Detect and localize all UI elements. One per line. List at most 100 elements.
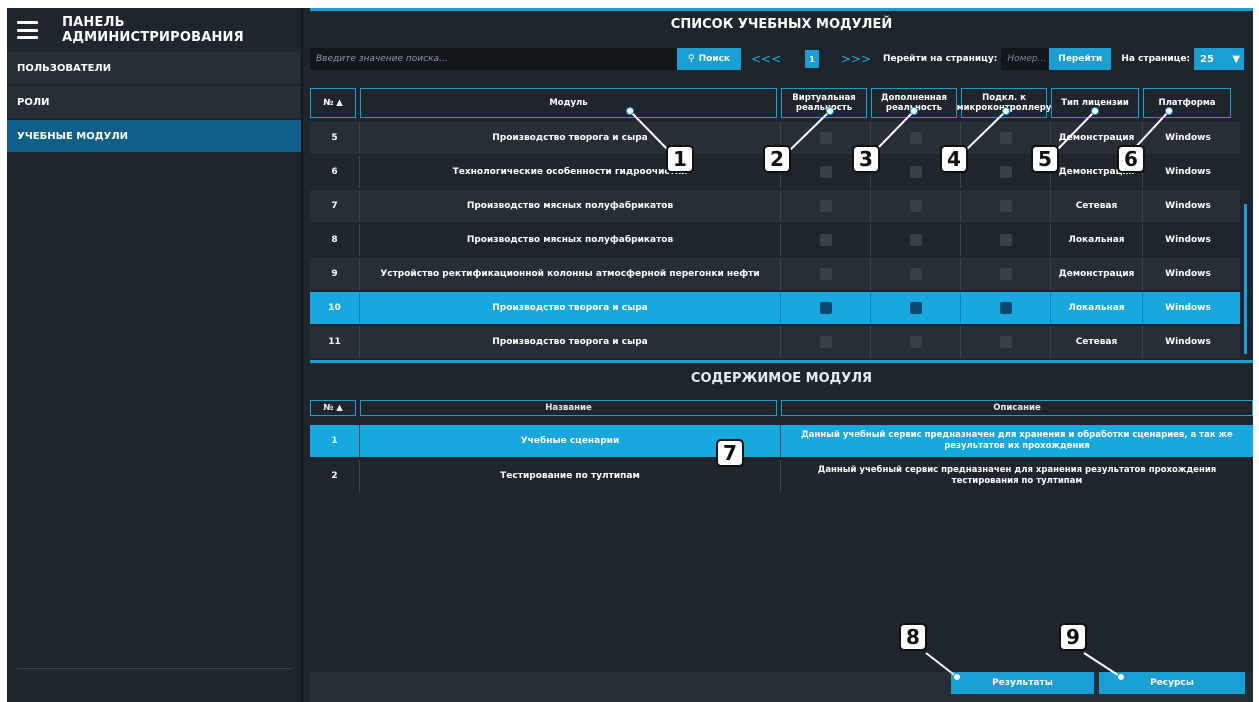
menu-icon[interactable] (17, 21, 39, 39)
content-col-number[interactable]: № ▲ (310, 400, 356, 416)
callout-anchor (953, 673, 961, 681)
microcontroller-checkbox[interactable] (999, 166, 1012, 178)
col-vr[interactable]: Виртуальная реальность (781, 88, 867, 118)
modules-title: СПИСОК УЧЕБНЫХ МОДУЛЕЙ (310, 8, 1253, 38)
ar-checkbox[interactable] (909, 234, 922, 246)
vr-checkbox[interactable] (819, 166, 832, 178)
row-license: Локальная (1051, 292, 1143, 324)
callout-9: 9 (1059, 623, 1087, 651)
content-table-header: № ▲ Название Описание (310, 400, 1253, 416)
modules-scrollbar[interactable] (1244, 204, 1247, 354)
sidebar-item-users[interactable]: ПОЛЬЗОВАТЕЛИ (7, 52, 301, 84)
callout-anchor (826, 107, 834, 115)
microcontroller-checkbox-cell (961, 190, 1051, 222)
row-license: Локальная (1051, 224, 1143, 256)
microcontroller-checkbox[interactable] (999, 234, 1012, 246)
goto-button[interactable]: Перейти (1049, 48, 1112, 70)
per-page-label: На странице: (1121, 54, 1191, 64)
ar-checkbox[interactable] (909, 132, 922, 144)
row-module-name: Производство мясных полуфабрикатов (360, 190, 781, 222)
content-col-name[interactable]: Название (360, 400, 777, 416)
search-input[interactable]: Введите значение поиска... (310, 48, 677, 70)
content-row[interactable]: 1 Учебные сценарии Данный учебный сервис… (310, 425, 1253, 457)
microcontroller-checkbox[interactable] (999, 302, 1012, 314)
vr-checkbox-cell (781, 292, 871, 324)
callout-anchor (1165, 107, 1173, 115)
row-platform: Windows (1165, 133, 1211, 143)
ar-checkbox[interactable] (909, 200, 922, 212)
next-page-button[interactable]: > (841, 52, 851, 66)
vr-checkbox[interactable] (819, 234, 832, 246)
vr-checkbox[interactable] (819, 302, 832, 314)
vr-checkbox[interactable] (819, 200, 832, 212)
last-page-button[interactable]: >> (851, 52, 871, 66)
row-module-name: Устройство ректификационной колонны атмо… (360, 258, 781, 290)
row-number: 6 (310, 156, 360, 188)
row-module-name: Технологические особенности гидроочистки (360, 156, 781, 188)
sidebar-item-modules[interactable]: УЧЕБНЫЕ МОДУЛИ (7, 120, 301, 152)
ar-checkbox[interactable] (909, 268, 922, 280)
ar-checkbox-cell (871, 258, 961, 290)
vr-checkbox[interactable] (819, 132, 832, 144)
microcontroller-checkbox[interactable] (999, 200, 1012, 212)
callout-8: 8 (899, 623, 927, 651)
table-row[interactable]: 11 Производство творога и сыра Сетевая Wind… (310, 326, 1240, 358)
sidebar: ПАНЕЛЬ АДМИНИСТРИРОВАНИЯ ПОЛЬЗОВАТЕЛИ РО… (7, 8, 303, 702)
col-number[interactable]: № ▲ (310, 88, 356, 118)
ar-checkbox[interactable] (909, 302, 922, 314)
ar-checkbox-cell (871, 190, 961, 222)
pagination: << < 1 > >> (751, 50, 871, 68)
sidebar-title: ПАНЕЛЬ АДМИНИСТРИРОВАНИЯ (62, 15, 244, 45)
table-row[interactable]: 7 Производство мясных полуфабрикатов Сетев… (310, 190, 1240, 222)
vr-checkbox-cell (781, 224, 871, 256)
table-row[interactable]: 10 Производство творога и сыра Локальная Wi… (310, 292, 1240, 324)
content-row[interactable]: 2 Тестирование по тултипам Данный учебны… (310, 460, 1253, 492)
results-button[interactable]: Результаты (951, 672, 1094, 694)
row-number: 10 (310, 292, 360, 324)
callout-4: 4 (940, 145, 968, 173)
row-number: 7 (310, 190, 360, 222)
search-icon: ⚲ (687, 54, 695, 64)
row-number: 9 (310, 258, 360, 290)
callout-2: 2 (763, 145, 791, 173)
search-button[interactable]: ⚲ Поиск (677, 48, 741, 70)
content-row-number: 2 (310, 460, 360, 492)
col-module[interactable]: Модуль (360, 88, 777, 118)
chevron-down-icon: ▼ (1232, 53, 1241, 65)
callout-3: 3 (852, 145, 880, 173)
per-page-select[interactable]: 25 ▼ (1194, 48, 1245, 70)
table-row[interactable]: 8 Производство мясных полуфабрикатов Локал… (310, 224, 1240, 256)
first-page-button[interactable]: << (751, 52, 771, 66)
goto-page-input[interactable]: Номер... (1001, 48, 1050, 70)
microcontroller-checkbox[interactable] (999, 132, 1012, 144)
row-module-name: Производство творога и сыра (360, 292, 781, 324)
vr-checkbox[interactable] (819, 268, 832, 280)
row-platform: Windows (1165, 303, 1211, 313)
goto-label: Перейти на страницу: (883, 54, 998, 64)
vr-checkbox-cell (781, 326, 871, 358)
sidebar-divider (17, 668, 291, 669)
row-number: 8 (310, 224, 360, 256)
row-module-name: Производство творога и сыра (360, 326, 781, 358)
content-col-description[interactable]: Описание (781, 400, 1253, 416)
microcontroller-checkbox[interactable] (999, 336, 1012, 348)
row-number: 11 (310, 326, 360, 358)
ar-checkbox[interactable] (909, 166, 922, 178)
ar-checkbox[interactable] (909, 336, 922, 348)
callout-anchor (1002, 107, 1010, 115)
row-module-name: Производство творога и сыра (360, 122, 781, 154)
vr-checkbox-cell (781, 258, 871, 290)
microcontroller-checkbox-cell (961, 258, 1051, 290)
vr-checkbox[interactable] (819, 336, 832, 348)
col-platform[interactable]: Платформа (1143, 88, 1231, 118)
current-page-button[interactable]: 1 (805, 50, 819, 68)
microcontroller-checkbox-cell (961, 326, 1051, 358)
row-platform: Windows (1165, 235, 1211, 245)
table-row[interactable]: 9 Устройство ректификационной колонны атм… (310, 258, 1240, 290)
row-license: Демонстрация (1051, 258, 1143, 290)
microcontroller-checkbox[interactable] (999, 268, 1012, 280)
prev-page-button[interactable]: < (771, 52, 781, 66)
sidebar-item-roles[interactable]: РОЛИ (7, 86, 301, 118)
row-platform: Windows (1165, 201, 1211, 211)
callout-6: 6 (1117, 145, 1145, 173)
